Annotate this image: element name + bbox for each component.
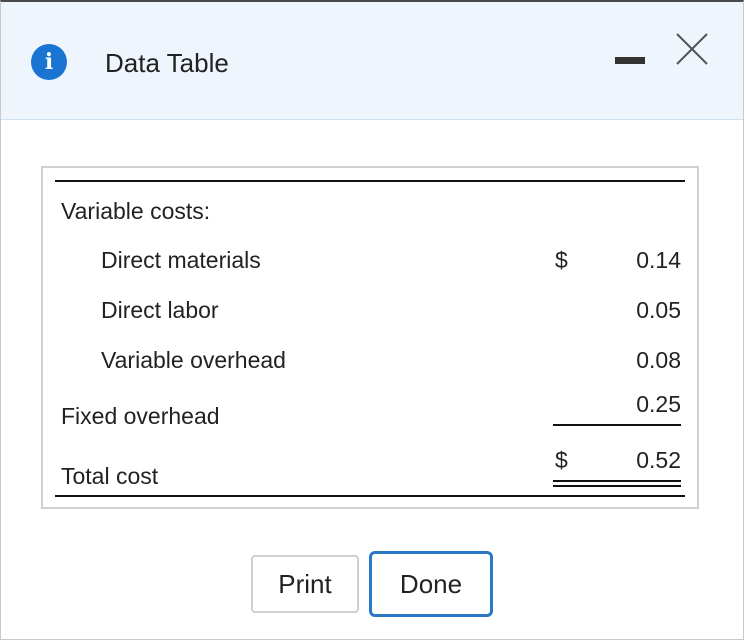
currency-symbol: $ — [555, 247, 568, 273]
currency-symbol: $ — [555, 447, 568, 473]
close-icon[interactable] — [675, 32, 709, 66]
info-icon: i — [31, 44, 67, 80]
row-value: 0.08 — [636, 347, 681, 373]
row-value: 0.05 — [636, 297, 681, 323]
dialog-titlebar: i Data Table — [1, 2, 743, 120]
row-value: 0.25 — [636, 391, 681, 417]
print-button[interactable]: Print — [251, 555, 359, 613]
total-double-rule — [553, 485, 681, 487]
table-top-rule — [55, 180, 685, 182]
row-label: Total cost — [61, 463, 159, 489]
row-label: Direct materials — [101, 247, 261, 273]
row-value: 0.14 — [636, 247, 681, 273]
table-bottom-rule — [55, 495, 685, 497]
minimize-icon[interactable] — [615, 52, 645, 68]
row-label: Direct labor — [101, 297, 219, 323]
row-label: Variable overhead — [101, 347, 286, 373]
row-value: 0.52 — [636, 447, 681, 473]
subtotal-rule — [553, 424, 681, 426]
data-table-dialog: i Data Table Variable costs: Direct mate… — [0, 0, 744, 640]
row-label: Fixed overhead — [61, 403, 220, 429]
section-label: Variable costs: — [61, 198, 211, 224]
total-double-rule — [553, 480, 681, 482]
cost-table: Variable costs: Direct materials $ 0.14 … — [41, 166, 699, 509]
done-button[interactable]: Done — [369, 551, 493, 617]
dialog-title: Data Table — [105, 48, 229, 78]
